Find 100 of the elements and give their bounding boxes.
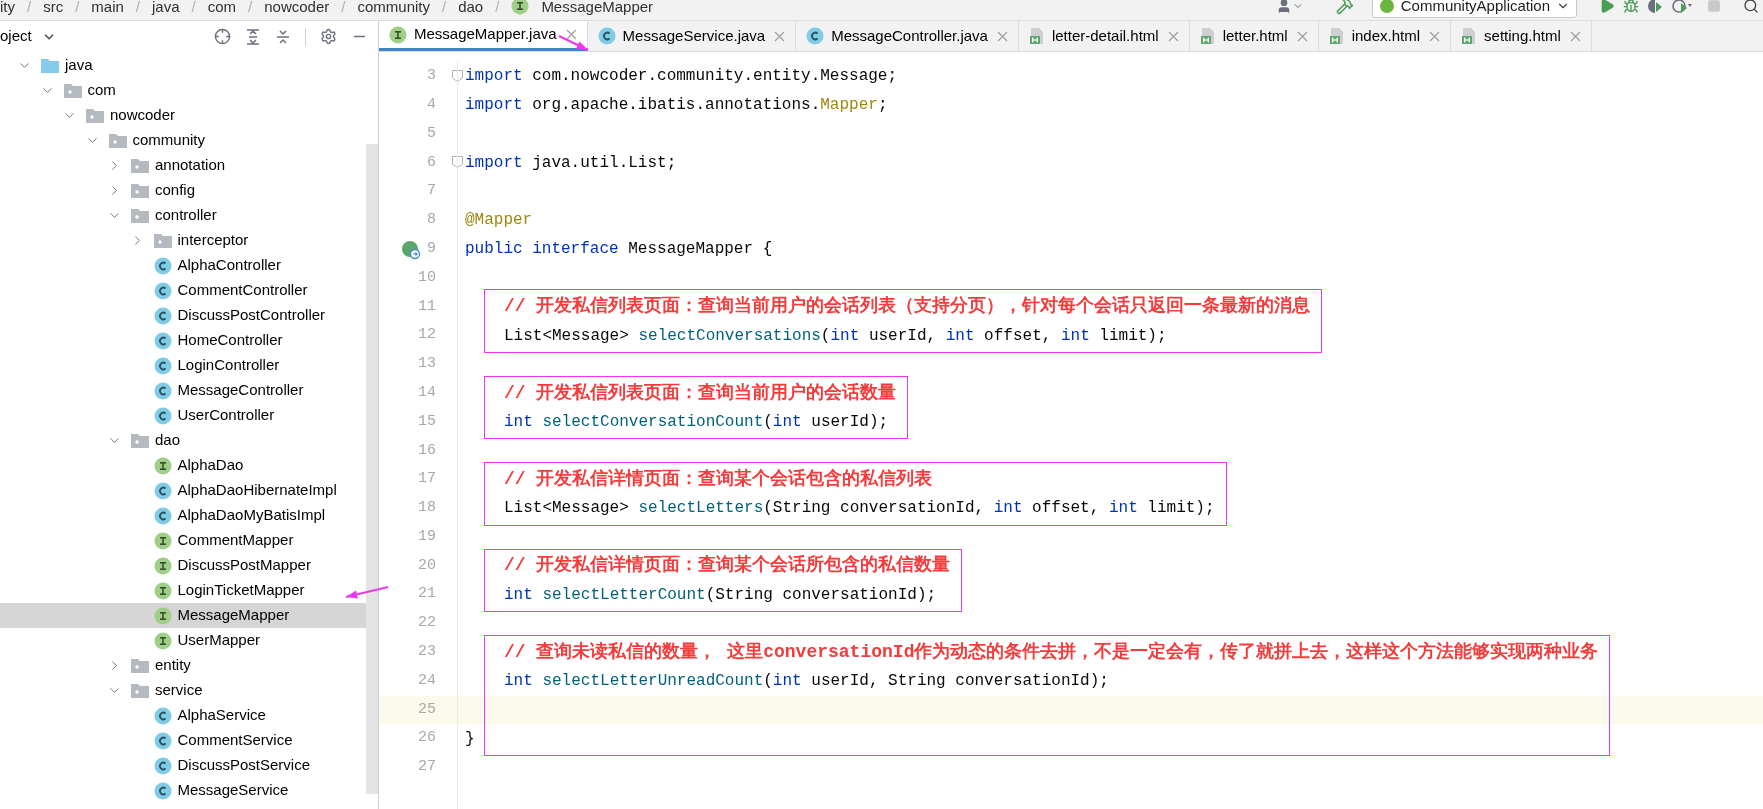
fold-marker-icon[interactable]: [452, 156, 463, 169]
annotation-arrow: [557, 34, 590, 52]
line-number: 17: [418, 469, 436, 490]
tree-item-label: service: [155, 680, 203, 701]
locate-icon[interactable]: [214, 28, 231, 45]
tree-item[interactable]: dao: [0, 428, 366, 453]
run-config-dropdown[interactable]: CommunityApplication: [1371, 0, 1577, 18]
tree-item[interactable]: HomeController: [0, 328, 366, 353]
close-icon[interactable]: [1429, 30, 1441, 42]
breadcrumb-item[interactable]: ity: [0, 0, 15, 14]
close-icon[interactable]: [565, 29, 577, 40]
tree-item[interactable]: LoginTicketMapper: [0, 578, 366, 603]
class-icon: [153, 731, 172, 750]
tree-item[interactable]: AlphaDao: [0, 453, 366, 478]
code-line: }: [465, 728, 475, 750]
tree-item[interactable]: MessageMapper: [0, 603, 366, 628]
close-icon[interactable]: [774, 30, 786, 42]
tree-item-label: com: [87, 80, 116, 101]
class-icon: [153, 706, 172, 725]
line-number: 11: [418, 296, 436, 317]
tree-item[interactable]: UserMapper: [0, 628, 366, 653]
panel-title[interactable]: oject: [0, 25, 32, 48]
tree-item[interactable]: LoginController: [0, 353, 366, 378]
line-number: 20: [418, 555, 436, 576]
class-icon: [153, 356, 172, 375]
breadcrumb-separator: /: [191, 0, 196, 14]
scrollbar[interactable]: [366, 144, 378, 794]
breadcrumb-separator: /: [27, 0, 32, 14]
tree-item[interactable]: interceptor: [0, 228, 366, 253]
close-icon[interactable]: [1167, 30, 1179, 42]
close-icon[interactable]: [996, 30, 1008, 42]
tree-item[interactable]: AlphaDaoHibernateImpl: [0, 478, 366, 503]
tree-item-label: AlphaService: [177, 705, 266, 726]
editor-tab[interactable]: letter.html: [1189, 21, 1319, 51]
tree-item[interactable]: CommentMapper: [0, 528, 366, 553]
breadcrumb-item[interactable]: java: [152, 0, 180, 14]
line-number: 8: [427, 210, 436, 231]
implemented-marker-icon[interactable]: [401, 239, 421, 260]
interface-icon: [153, 456, 172, 475]
tree-item-label: CommentController: [177, 280, 308, 301]
tree-item[interactable]: CommentService: [0, 728, 366, 753]
editor-tab[interactable]: index.html: [1318, 21, 1452, 51]
tree-item[interactable]: config: [0, 178, 366, 203]
tree-item[interactable]: service: [0, 678, 366, 703]
breadcrumb-item[interactable]: community: [357, 0, 430, 14]
hammer-icon[interactable]: [1335, 0, 1354, 15]
tree-item[interactable]: DiscussPostService: [0, 753, 366, 778]
tree-item[interactable]: AlphaService: [0, 703, 366, 728]
line-number: 7: [427, 181, 436, 202]
tree-item[interactable]: CommentController: [0, 278, 366, 303]
breadcrumb-item[interactable]: nowcoder: [264, 0, 330, 14]
fold-marker-icon[interactable]: [452, 70, 463, 82]
settings-icon[interactable]: [320, 28, 337, 45]
tree-item[interactable]: annotation: [0, 153, 366, 178]
tree-item[interactable]: com: [0, 78, 366, 103]
tree-item[interactable]: community: [0, 128, 366, 153]
profiler-icon[interactable]: [1671, 0, 1693, 14]
breadcrumb-item[interactable]: src: [43, 0, 64, 14]
tree-item[interactable]: MessageService: [0, 778, 366, 803]
tree-item[interactable]: entity: [0, 653, 366, 678]
tree-item-label: AlphaDaoMyBatisImpl: [177, 505, 326, 526]
coverage-icon[interactable]: [1647, 0, 1663, 14]
debug-icon[interactable]: [1623, 0, 1639, 14]
search-icon[interactable]: [1743, 0, 1759, 14]
breadcrumb-item[interactable]: MessageMapper: [541, 0, 654, 14]
tree-item[interactable]: AlphaDaoMyBatisImpl: [0, 503, 366, 528]
tree-item[interactable]: controller: [0, 203, 366, 228]
collapse-all-icon[interactable]: [275, 28, 291, 45]
expand-all-icon[interactable]: [245, 28, 261, 45]
tree-item-label: community: [132, 130, 206, 151]
editor-tab[interactable]: MessageController.java: [796, 21, 1019, 51]
tree-item-label: LoginController: [177, 355, 280, 376]
interface-icon: [153, 606, 172, 625]
run-icon[interactable]: [1599, 0, 1615, 14]
breadcrumb-separator: /: [442, 0, 447, 14]
breadcrumb-item[interactable]: main: [91, 0, 124, 14]
tree-item-label: AlphaDaoHibernateImpl: [177, 480, 337, 501]
html-file-icon: [1199, 27, 1216, 45]
line-number: 15: [418, 411, 436, 432]
tree-item[interactable]: UserController: [0, 403, 366, 428]
tree-item[interactable]: DiscussPostMapper: [0, 553, 366, 578]
close-icon[interactable]: [1296, 30, 1308, 42]
editor-tab[interactable]: letter-detail.html: [1018, 21, 1190, 51]
breadcrumb-item[interactable]: dao: [458, 0, 484, 14]
code-line: @Mapper: [465, 210, 533, 232]
tree-item[interactable]: java: [0, 53, 366, 78]
editor-tab[interactable]: setting.html: [1451, 21, 1592, 51]
class-icon: [153, 481, 172, 500]
editor-tab[interactable]: MessageService.java: [587, 21, 797, 51]
tree-item[interactable]: MessageController: [0, 378, 366, 403]
interface-icon: [153, 631, 172, 650]
line-number: 27: [418, 757, 436, 778]
tree-item[interactable]: DiscussPostController: [0, 303, 366, 328]
tree-item[interactable]: nowcoder: [0, 103, 366, 128]
line-number: 14: [418, 382, 436, 403]
close-icon[interactable]: [1569, 30, 1581, 42]
editor-tab[interactable]: MessageMapper.java: [379, 21, 588, 51]
breadcrumb-item[interactable]: com: [207, 0, 237, 14]
breadcrumb-separator: /: [75, 0, 80, 14]
tree-item[interactable]: AlphaController: [0, 253, 366, 278]
